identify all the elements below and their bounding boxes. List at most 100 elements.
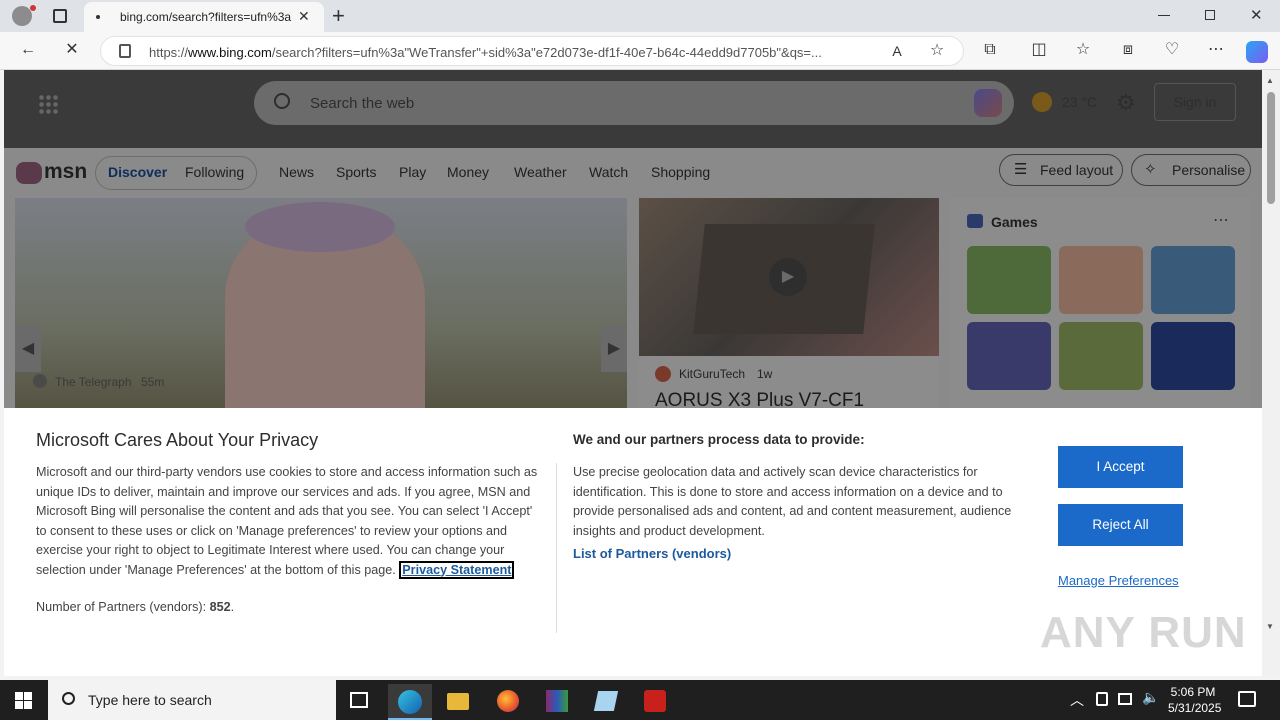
copilot-icon[interactable] <box>1246 41 1268 63</box>
game-tile-dressup[interactable] <box>1059 246 1143 314</box>
tab-discover[interactable]: Discover <box>108 164 167 180</box>
feed-layout-button[interactable]: ☰ Feed layout <box>999 154 1123 186</box>
copilot-search-icon[interactable] <box>974 89 1002 117</box>
folder-icon <box>447 693 469 710</box>
hero-source: The Telegraph <box>55 375 132 389</box>
nav-news[interactable]: News <box>279 164 314 180</box>
play-icon[interactable]: ▶ <box>769 258 807 296</box>
url-text[interactable]: https://www.bing.com/search?filters=ufn%… <box>149 45 879 60</box>
windows-start-icon[interactable] <box>15 692 32 709</box>
hero-news-card[interactable]: ◀ ▶ The Telegraph 55m <box>15 198 627 418</box>
partners-count-line: Number of Partners (vendors): 852. <box>36 600 235 614</box>
privacy-title: Microsoft Cares About Your Privacy <box>36 430 319 450</box>
search-placeholder: Search the web <box>310 95 415 112</box>
search-box[interactable]: Search the web <box>254 81 1014 125</box>
carousel-prev-icon[interactable]: ◀ <box>15 326 41 372</box>
more-menu-icon[interactable]: ⋯ <box>1206 40 1226 60</box>
volume-icon[interactable]: 🔈 <box>1142 689 1159 706</box>
scroll-down-icon[interactable]: ▼ <box>1266 622 1274 631</box>
collections-icon[interactable]: ⧈ <box>1118 40 1138 60</box>
back-icon[interactable]: ← <box>18 40 38 60</box>
browser-tab[interactable]: bing.com/search?filters=ufn%3a ✕ <box>84 2 324 32</box>
close-tab-icon[interactable]: ✕ <box>298 8 310 25</box>
file-explorer-icon[interactable] <box>436 684 480 720</box>
game-tile-pin-puzzle[interactable] <box>967 246 1051 314</box>
tab-actions-icon[interactable] <box>53 9 67 23</box>
game-tile-fish[interactable] <box>1151 246 1235 314</box>
profile-icon[interactable] <box>12 6 32 26</box>
more-options-icon[interactable]: ⋯ <box>1213 210 1229 230</box>
address-bar[interactable]: https://www.bing.com/search?filters=ufn%… <box>100 36 964 66</box>
site-info-icon[interactable] <box>119 44 131 58</box>
partners-count: 852 <box>209 600 231 614</box>
clock-date: 5/31/2025 <box>1168 701 1222 715</box>
flower-crown <box>245 202 395 252</box>
nav-weather[interactable]: Weather <box>514 164 567 180</box>
bing-header: Search the web 23 °C ⚙ Sign in <box>4 70 1262 148</box>
sliders-icon: ☰ <box>1014 161 1028 178</box>
scroll-up-icon[interactable]: ▲ <box>1266 76 1274 85</box>
game-tile-farm[interactable] <box>1059 322 1143 390</box>
task-view-icon[interactable] <box>350 692 368 708</box>
edge-taskbar-icon[interactable] <box>388 684 432 720</box>
privacy-body: Microsoft and our third-party vendors us… <box>36 463 544 580</box>
minimize-icon[interactable] <box>1158 15 1170 16</box>
scroll-thumb[interactable] <box>1267 92 1275 204</box>
settings-gear-icon[interactable]: ⚙ <box>1116 90 1136 116</box>
restore-icon[interactable] <box>1205 10 1215 20</box>
close-window-icon[interactable]: ✕ <box>1250 6 1263 24</box>
tray-chevron-icon[interactable]: ︿ <box>1070 690 1084 710</box>
channel-logo-icon <box>655 366 671 382</box>
nav-play[interactable]: Play <box>399 164 426 180</box>
nav-sports[interactable]: Sports <box>336 164 376 180</box>
stop-loading-icon[interactable]: ✕ <box>62 40 82 60</box>
device-icon[interactable] <box>1096 692 1108 706</box>
notification-dot <box>30 5 36 11</box>
reject-all-button[interactable]: Reject All <box>1058 504 1183 546</box>
firefox-icon[interactable] <box>486 684 530 720</box>
data-processing-title: We and our partners process data to prov… <box>573 432 865 447</box>
msn-logo-text: msn <box>44 160 88 183</box>
temperature[interactable]: 23 °C <box>1062 94 1097 110</box>
system-clock[interactable]: 5:06 PM 5/31/2025 <box>1168 684 1222 716</box>
nav-shopping[interactable]: Shopping <box>651 164 710 180</box>
acrobat-icon[interactable] <box>633 684 677 720</box>
taskbar-search[interactable]: Type here to search <box>48 680 336 720</box>
browser-essentials-icon[interactable]: ♡ <box>1162 40 1182 60</box>
source-logo-icon <box>33 374 47 388</box>
favorite-star-icon[interactable]: ☆ <box>927 41 947 61</box>
page-scrollbar[interactable]: ▲ ▼ <box>1262 70 1280 676</box>
extensions-icon[interactable]: ⧉ <box>980 40 1000 60</box>
vendors-list-link[interactable]: List of Partners (vendors) <box>573 546 731 561</box>
accept-button[interactable]: I Accept <box>1058 446 1183 488</box>
taskbar-search-placeholder: Type here to search <box>88 692 212 708</box>
games-title: Games <box>991 214 1038 230</box>
games-widget: Games ⋯ <box>951 198 1251 418</box>
watermark: ANY RUN <box>1040 608 1247 657</box>
search-icon <box>274 93 290 109</box>
notepad-logo-icon <box>593 691 619 711</box>
apps-grid-icon[interactable] <box>38 94 58 114</box>
winrar-icon[interactable] <box>535 684 579 720</box>
edge-icon <box>398 690 422 714</box>
split-screen-icon[interactable]: ◫ <box>1029 40 1049 60</box>
notification-center-icon[interactable] <box>1238 691 1256 707</box>
video-card-thumbnail[interactable]: ▶ <box>639 198 939 356</box>
nav-watch[interactable]: Watch <box>589 164 628 180</box>
privacy-statement-link[interactable]: Privacy Statement <box>399 560 515 579</box>
network-icon[interactable] <box>1118 693 1132 705</box>
manage-preferences-link[interactable]: Manage Preferences <box>1058 573 1179 588</box>
nav-money[interactable]: Money <box>447 164 489 180</box>
games-icon <box>967 214 983 228</box>
carousel-next-icon[interactable]: ▶ <box>601 326 627 372</box>
sign-in-button[interactable]: Sign in <box>1154 83 1236 121</box>
tab-following[interactable]: Following <box>185 164 244 180</box>
read-aloud-icon[interactable]: A <box>887 41 907 61</box>
game-tile-blocks[interactable] <box>1151 322 1235 390</box>
personalise-button[interactable]: ✧ Personalise <box>1131 154 1251 186</box>
hero-time: 55m <box>141 375 165 389</box>
game-tile-bubble-shooter[interactable] <box>967 322 1051 390</box>
new-tab-icon[interactable]: + <box>332 3 345 29</box>
favorites-icon[interactable]: ☆ <box>1073 40 1093 60</box>
notepad-icon[interactable] <box>584 684 628 720</box>
